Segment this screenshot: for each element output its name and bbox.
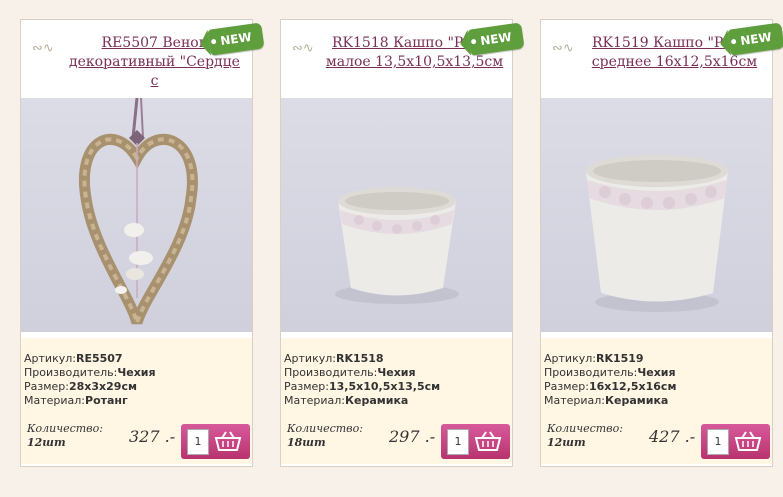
swirl-ornament-icon: ∾∿ xyxy=(292,41,314,56)
price: 297 .- xyxy=(389,427,436,446)
product-header: ∾∿ RK1519 Кашпо "Розы" среднее 16х12,5х1… xyxy=(541,20,783,98)
price: 427 .- xyxy=(649,427,696,446)
maker-label: Производитель: xyxy=(24,366,118,379)
material-label: Материал: xyxy=(544,394,606,407)
basket-icon[interactable] xyxy=(474,430,502,452)
swirl-ornament-icon: ∾∿ xyxy=(32,41,54,56)
material-value: Керамика xyxy=(345,394,409,407)
product-header: ∾∿ RE5507 Венок декоративный "Сердце с N… xyxy=(21,20,265,98)
stock-info: Количество: 12шт xyxy=(547,422,623,450)
product-specs: Артикул:RE5507 Производитель:Чехия Разме… xyxy=(24,352,156,408)
basket-icon[interactable] xyxy=(214,430,242,452)
stock-info: Количество: 18шт xyxy=(287,422,363,450)
product-info: Артикул:RK1518 Производитель:Чехия Разме… xyxy=(281,338,512,464)
material-label: Материал: xyxy=(24,394,86,407)
product-info: Артикул:RE5507 Производитель:Чехия Разме… xyxy=(21,338,252,464)
sku-label: Артикул: xyxy=(544,352,596,365)
product-card: ∾∿ RK1519 Кашпо "Розы" среднее 16х12,5х1… xyxy=(540,19,783,467)
maker-value: Чехия xyxy=(377,366,416,379)
product-card: ∾∿ RE5507 Венок декоративный "Сердце с N… xyxy=(20,19,265,467)
product-specs: Артикул:RK1518 Производитель:Чехия Разме… xyxy=(284,352,440,408)
stock-label: Количество: xyxy=(287,422,363,435)
new-badge: NEW xyxy=(467,22,525,56)
size-label: Размер: xyxy=(24,380,69,393)
product-image[interactable] xyxy=(541,98,772,332)
sku-value: RK1519 xyxy=(595,352,644,365)
product-specs: Артикул:RK1519 Производитель:Чехия Разме… xyxy=(544,352,676,408)
size-label: Размер: xyxy=(544,380,589,393)
maker-value: Чехия xyxy=(117,366,156,379)
stock-value: 12шт xyxy=(27,436,66,449)
basket-icon[interactable] xyxy=(734,430,762,452)
product-card: ∾∿ RK1518 Кашпо "Розы" малое 13,5х10,5х1… xyxy=(280,19,525,467)
sku-value: RK1518 xyxy=(335,352,384,365)
swirl-ornament-icon: ∾∿ xyxy=(552,41,574,56)
add-to-cart-group: 1 xyxy=(181,424,250,459)
sku-label: Артикул: xyxy=(24,352,76,365)
stock-label: Количество: xyxy=(27,422,103,435)
stock-label: Количество: xyxy=(547,422,623,435)
maker-value: Чехия xyxy=(637,366,676,379)
add-to-cart-group: 1 xyxy=(701,424,770,459)
quantity-input[interactable]: 1 xyxy=(707,429,729,455)
product-header: ∾∿ RK1518 Кашпо "Розы" малое 13,5х10,5х1… xyxy=(281,20,525,98)
material-value: Керамика xyxy=(605,394,669,407)
product-image[interactable] xyxy=(281,98,512,332)
product-info: Артикул:RK1519 Производитель:Чехия Разме… xyxy=(541,338,772,464)
stock-info: Количество: 12шт xyxy=(27,422,103,450)
size-value: 13,5х10,5х13,5см xyxy=(328,380,441,393)
stock-value: 18шт xyxy=(287,436,326,449)
quantity-input[interactable]: 1 xyxy=(447,429,469,455)
material-label: Материал: xyxy=(284,394,346,407)
material-value: Ротанг xyxy=(85,394,128,407)
maker-label: Производитель: xyxy=(284,366,378,379)
price: 327 .- xyxy=(129,427,176,446)
size-value: 28х3х29см xyxy=(68,380,137,393)
stock-value: 12шт xyxy=(547,436,586,449)
size-value: 16х12,5х16см xyxy=(588,380,677,393)
product-image[interactable] xyxy=(21,98,252,332)
sku-value: RE5507 xyxy=(75,352,123,365)
new-badge: NEW xyxy=(207,22,265,56)
add-to-cart-group: 1 xyxy=(441,424,510,459)
maker-label: Производитель: xyxy=(544,366,638,379)
quantity-input[interactable]: 1 xyxy=(187,429,209,455)
sku-label: Артикул: xyxy=(284,352,336,365)
size-label: Размер: xyxy=(284,380,329,393)
new-badge: NEW xyxy=(727,22,783,56)
